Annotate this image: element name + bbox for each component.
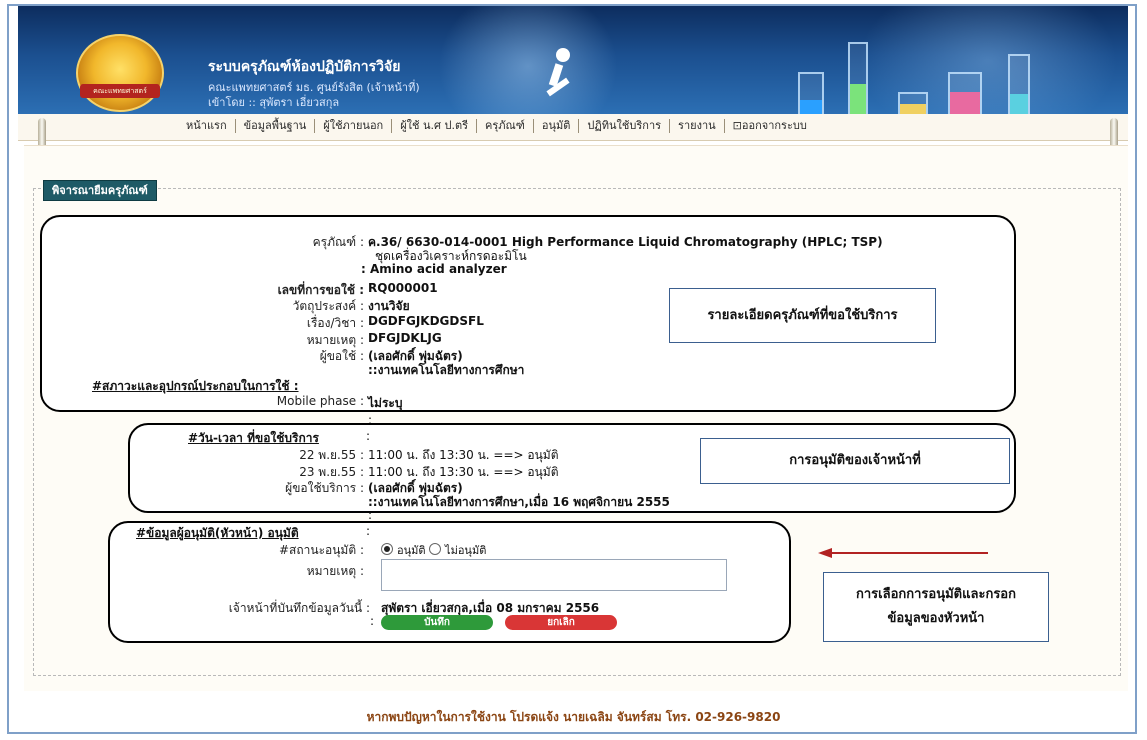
footer-contact: หากพบปัญหาในการใช้งาน โปรดแจ้ง นายเฉลิม …: [366, 710, 781, 724]
save-button[interactable]: บันทึก: [381, 615, 493, 630]
logout-icon: ⊡: [732, 119, 742, 132]
approval-status-options: อนุมัติ ไม่อนุมัติ: [381, 541, 486, 559]
pointer-arrow-icon: [818, 548, 988, 558]
user-department: ::งานเทคโนโลยีทางการศึกษา: [368, 363, 525, 377]
requester-department: ::งานเทคโนโลยีทางการศึกษา,เมื่อ 16 พฤศจิ…: [368, 495, 670, 509]
approver-remark-input[interactable]: [381, 559, 727, 591]
mobile-phase-label: Mobile phase :: [276, 394, 364, 408]
recorder-label: เจ้าหน้าที่บันทึกข้อมูลวันนี้ :: [228, 601, 370, 615]
nav-student-users[interactable]: ผู้ใช้ น.ศ ป.ตรี: [392, 119, 478, 133]
nav-report[interactable]: รายงาน: [670, 119, 725, 133]
nav-approve[interactable]: อนุมัติ: [534, 119, 580, 133]
remark-value: DFGJDKLJG: [368, 331, 442, 345]
runner-figure-icon: [546, 48, 576, 104]
nav-equipment[interactable]: ครุภัณฑ์: [477, 119, 534, 133]
head-note-callout: การเลือกการอนุมัติและกรอก ข้อมูลของหัวหน…: [823, 572, 1049, 642]
nav-external-users[interactable]: ผู้ใช้ภายนอก: [315, 119, 393, 133]
equipment-label: ครุภัณฑ์ :: [312, 235, 364, 249]
main-nav: หน้าแรก ข้อมูลพื้นฐาน ผู้ใช้ภายนอก ผู้ใช…: [18, 114, 1128, 141]
nav-home[interactable]: หน้าแรก: [178, 119, 236, 133]
approve-option-label: อนุมัติ: [397, 544, 426, 557]
equipment-english-name: : Amino acid analyzer: [361, 262, 507, 276]
cancel-button[interactable]: ยกเลิก: [505, 615, 617, 630]
approver-remark-label: หมายเหตุ :: [306, 564, 364, 578]
fieldset-legend: พิจารณายืมครุภัณฑ์: [43, 180, 157, 201]
app-title: ระบบครุภัณฑ์ห้องปฏิบัติการวิจัย: [208, 59, 401, 75]
head-note-line-1: การเลือกการอนุมัติและกรอก: [856, 587, 1016, 602]
nav-logout-label: ออกจากระบบ: [741, 119, 807, 132]
faculty-logo: คณะแพทยศาสตร์: [76, 34, 164, 112]
approval-status-label: #สถานะอนุมัติ :: [278, 543, 364, 557]
reject-option-label: ไม่อนุมัติ: [445, 544, 487, 557]
head-note-line-2: ข้อมูลของหัวหน้า: [887, 611, 985, 626]
lab-glassware-icon: [778, 26, 1118, 114]
equipment-note-callout: รายละเอียดครุภัณฑ์ที่ขอใช้บริการ: [669, 288, 936, 343]
approver-header-colon: :: [366, 524, 371, 538]
reject-radio[interactable]: [429, 543, 442, 555]
schedule-header-colon: :: [366, 429, 371, 443]
nav-logout[interactable]: ⊡ออกจากระบบ: [725, 119, 815, 133]
approval-note-callout: การอนุมัติของเจ้าหน้าที่: [700, 438, 1010, 484]
request-no-value: RQ000001: [368, 281, 438, 295]
requester-label: ผู้ขอใช้บริการ :: [285, 481, 364, 495]
login-user: เข้าโดย :: สุพัตรา เอี่ยวสกุล: [208, 96, 340, 109]
approve-radio[interactable]: [381, 543, 393, 555]
mobile-phase-value: ไม่ระบุ: [368, 396, 403, 410]
subject-value: DGDFGJKDGDSFL: [368, 314, 484, 328]
buttons-colon: :: [370, 614, 375, 628]
header-banner: คณะแพทยศาสตร์ ระบบครุภัณฑ์ห้องปฏิบัติการ…: [18, 6, 1128, 114]
nav-calendar[interactable]: ปฏิทินใช้บริการ: [579, 119, 671, 133]
nav-basic-data[interactable]: ข้อมูลพื้นฐาน: [236, 119, 316, 133]
schedule-colon-below: :: [368, 508, 373, 522]
user-label: ผู้ขอใช้ :: [319, 349, 364, 363]
